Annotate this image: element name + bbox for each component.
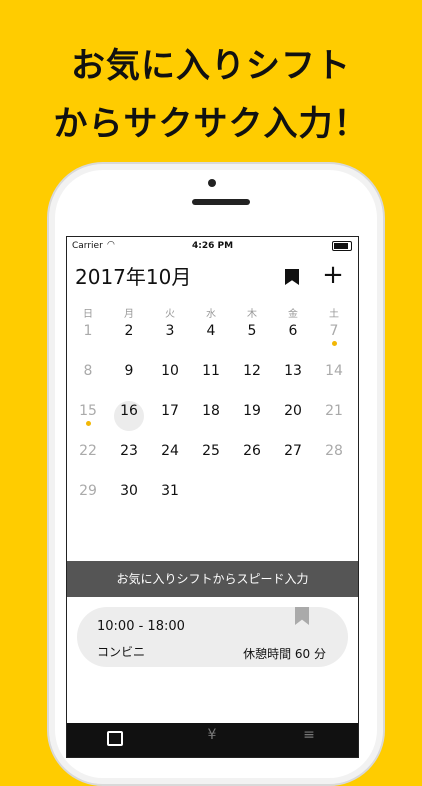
- weekday-header: 日月火水木金土: [67, 305, 358, 320]
- calendar-day[interactable]: 31: [150, 479, 190, 515]
- calendar-day[interactable]: 7: [314, 319, 354, 355]
- tab-bar: ¥ ≡: [67, 723, 358, 757]
- favorite-shift-card[interactable]: 10:00 - 18:00 コンビニ 休憩時間 60 分: [77, 607, 348, 667]
- calendar-day[interactable]: 30: [109, 479, 149, 515]
- calendar-day[interactable]: 8: [68, 359, 108, 395]
- phone-camera: [208, 179, 216, 187]
- calendar-day[interactable]: 19: [232, 399, 272, 435]
- tab-calendar[interactable]: [100, 727, 130, 751]
- calendar-day[interactable]: 16: [109, 399, 149, 435]
- calendar-day[interactable]: 3: [150, 319, 190, 355]
- calendar-day[interactable]: 24: [150, 439, 190, 475]
- yen-icon: ¥: [207, 727, 217, 743]
- add-shift-button[interactable]: +: [321, 262, 345, 288]
- weekday-label: 金: [288, 309, 298, 320]
- calendar-day[interactable]: 5: [232, 319, 272, 355]
- shift-break-time: 休憩時間 60 分: [243, 647, 326, 661]
- shift-marker-dot: [86, 421, 91, 426]
- favorites-banner[interactable]: お気に入りシフトからスピード入力: [67, 561, 358, 597]
- calendar-day[interactable]: 23: [109, 439, 149, 475]
- menu-icon: ≡: [303, 727, 315, 743]
- calendar-day[interactable]: 6: [273, 319, 313, 355]
- calendar-day[interactable]: 11: [191, 359, 231, 395]
- calendar-icon: [107, 731, 123, 746]
- month-title: 2017年10月: [75, 265, 192, 289]
- bookmark-icon: [295, 607, 309, 625]
- status-bar: Carrier ◠ 4:26 PM: [67, 237, 358, 255]
- calendar-day[interactable]: 12: [232, 359, 272, 395]
- calendar-day[interactable]: 28: [314, 439, 354, 475]
- calendar-day[interactable]: 14: [314, 359, 354, 395]
- calendar-day[interactable]: 15: [68, 399, 108, 435]
- calendar-day[interactable]: 17: [150, 399, 190, 435]
- calendar-day[interactable]: 25: [191, 439, 231, 475]
- calendar-day[interactable]: 22: [68, 439, 108, 475]
- shift-place: コンビニ: [97, 645, 146, 659]
- calendar-day[interactable]: 20: [273, 399, 313, 435]
- calendar-day[interactable]: 9: [109, 359, 149, 395]
- calendar-day[interactable]: 13: [273, 359, 313, 395]
- bookmark-icon[interactable]: [285, 269, 299, 285]
- calendar-day[interactable]: 10: [150, 359, 190, 395]
- calendar-day[interactable]: 21: [314, 399, 354, 435]
- weekday-label: 月: [124, 309, 134, 320]
- calendar-day[interactable]: 1: [68, 319, 108, 355]
- weekday-label: 火: [165, 309, 175, 320]
- phone-speaker: [192, 199, 250, 205]
- promo-headline-1: お気に入りシフト: [71, 46, 351, 86]
- weekday-label: 木: [247, 309, 257, 320]
- calendar-day[interactable]: 29: [68, 479, 108, 515]
- calendar-day[interactable]: 27: [273, 439, 313, 475]
- battery-icon: [332, 241, 352, 251]
- weekday-label: 水: [206, 309, 216, 320]
- weekday-label: 日: [83, 309, 93, 320]
- shift-marker-dot: [332, 341, 337, 346]
- calendar-day[interactable]: 18: [191, 399, 231, 435]
- calendar-day[interactable]: 26: [232, 439, 272, 475]
- app-screen: Carrier ◠ 4:26 PM 2017年10月 + 日月火水木金土 123…: [66, 236, 359, 758]
- tab-salary[interactable]: ¥: [197, 727, 227, 751]
- shift-time-range: 10:00 - 18:00: [97, 619, 185, 634]
- status-time: 4:26 PM: [191, 241, 234, 251]
- calendar-day[interactable]: 4: [191, 319, 231, 355]
- tab-menu[interactable]: ≡: [294, 727, 324, 751]
- promo-headline-2: からサクサク入力！: [53, 104, 369, 144]
- calendar-day[interactable]: 2: [109, 319, 149, 355]
- weekday-label: 土: [329, 309, 339, 320]
